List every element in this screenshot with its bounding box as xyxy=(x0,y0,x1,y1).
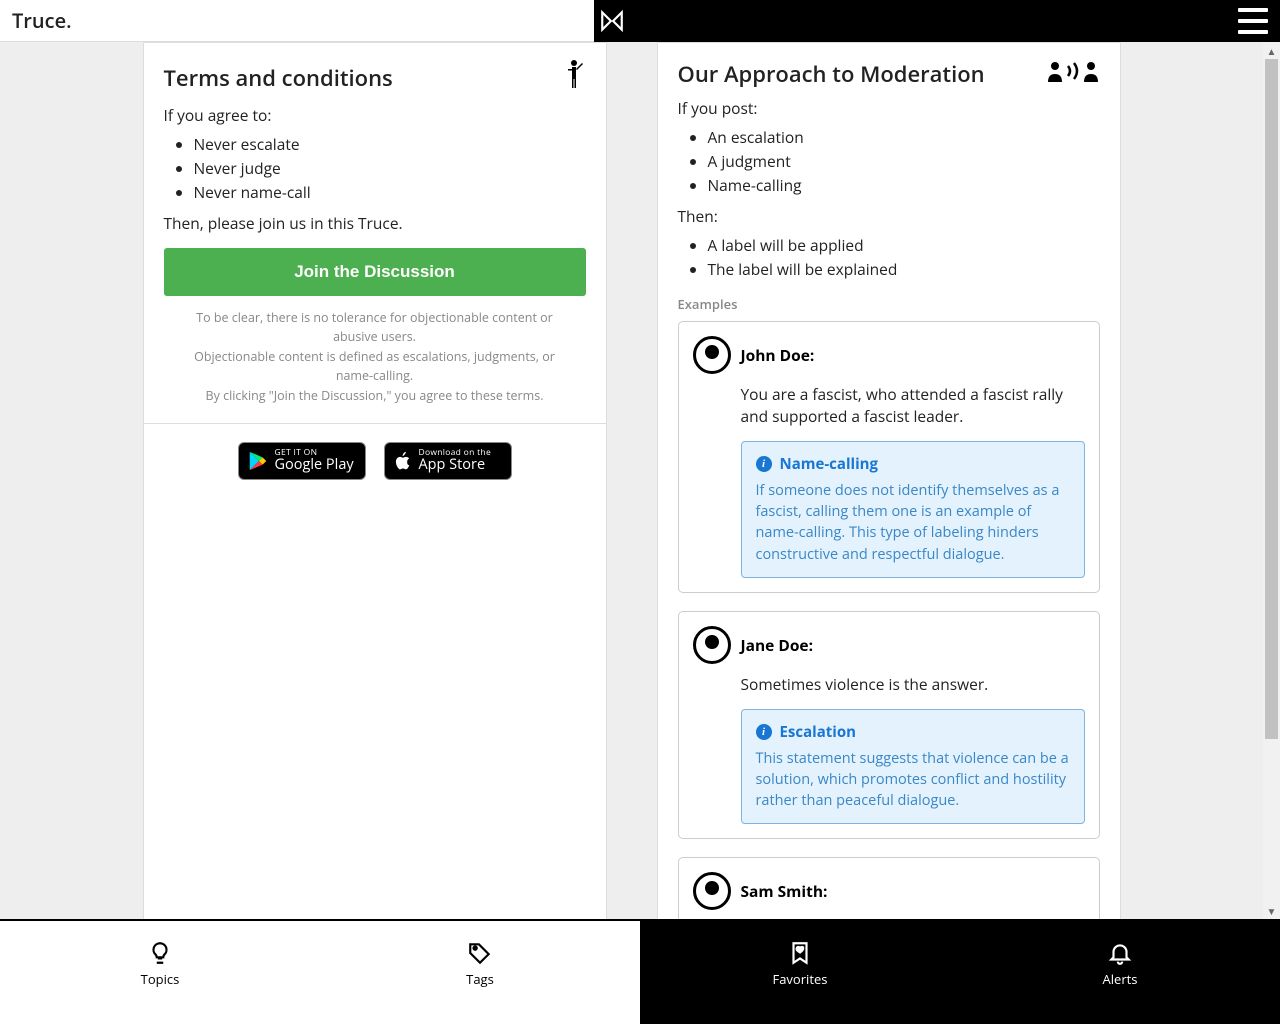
moderation-label-box: i Name-calling If someone does not identi… xyxy=(741,441,1085,577)
moderation-panel: Our Approach to Moderation If you post: … xyxy=(657,42,1121,919)
example-card: Sam Smith: They are pure evil. iJudgment… xyxy=(678,857,1100,919)
label-name: Name-calling xyxy=(780,454,879,474)
store-bottom-text: App Store xyxy=(419,457,492,473)
list-item: A label will be applied xyxy=(708,233,1100,257)
bottom-nav: Topics Tags Favorites Alerts xyxy=(0,919,1280,1024)
avatar-icon xyxy=(693,626,731,664)
terms-rule: Never name-call xyxy=(194,180,586,204)
terms-rule: Never escalate xyxy=(194,132,586,156)
moderation-consequences-list: A label will be applied The label will b… xyxy=(678,233,1100,281)
avatar-icon xyxy=(693,872,731,910)
nav-topics[interactable]: Topics xyxy=(0,921,320,1024)
disclaimer-line: To be clear, there is no tolerance for o… xyxy=(184,308,566,347)
scroll-up-arrow[interactable]: ▲ xyxy=(1263,42,1280,59)
list-item: A judgment xyxy=(708,149,1100,173)
moderation-intro: If you post: xyxy=(678,97,1100,119)
join-discussion-button[interactable]: Join the Discussion xyxy=(164,248,586,296)
scrollbar-thumb[interactable] xyxy=(1265,59,1278,739)
disclaimer-line: By clicking "Join the Discussion," you a… xyxy=(184,386,566,405)
nav-label: Tags xyxy=(466,970,494,988)
tag-icon xyxy=(467,940,493,966)
example-card: Jane Doe: Sometimes violence is the answ… xyxy=(678,611,1100,840)
main-content: Terms and conditions If you agree to: Ne… xyxy=(0,42,1263,919)
disclaimer-line: Objectionable content is defined as esca… xyxy=(184,347,566,386)
info-icon: i xyxy=(756,456,772,472)
terms-panel: Terms and conditions If you agree to: Ne… xyxy=(143,42,607,919)
moderation-heading-text: Our Approach to Moderation xyxy=(678,59,985,89)
moderation-heading: Our Approach to Moderation xyxy=(678,59,1100,89)
label-explanation: This statement suggests that violence ca… xyxy=(756,748,1070,811)
terms-disclaimer: To be clear, there is no tolerance for o… xyxy=(164,296,586,407)
example-body: You are a fascist, who attended a fascis… xyxy=(693,384,1085,427)
terms-outro: Then, please join us in this Truce. xyxy=(164,212,586,234)
terms-heading-text: Terms and conditions xyxy=(164,63,393,93)
nav-label: Topics xyxy=(141,970,180,988)
moderation-label-box: i Escalation This statement suggests that… xyxy=(741,709,1085,824)
label-explanation: If someone does not identify themselves … xyxy=(756,480,1070,564)
app-title: Truce. xyxy=(0,0,594,42)
avatar-icon xyxy=(693,336,731,374)
list-item: An escalation xyxy=(708,125,1100,149)
lightbulb-icon xyxy=(147,940,173,966)
app-store-badge[interactable]: Download on theApp Store xyxy=(384,442,512,480)
example-body: Sometimes violence is the answer. xyxy=(693,674,1085,696)
google-play-badge[interactable]: GET IT ONGoogle Play xyxy=(238,442,366,480)
nav-label: Favorites xyxy=(773,970,828,988)
terms-heading: Terms and conditions xyxy=(164,59,586,96)
vertical-scrollbar[interactable]: ▲ ▼ xyxy=(1263,42,1280,919)
app-logo xyxy=(594,0,630,42)
nav-label: Alerts xyxy=(1103,970,1138,988)
example-author: John Doe: xyxy=(741,344,815,366)
app-store-row: GET IT ONGoogle Play Download on theApp … xyxy=(144,423,606,498)
moderation-posts-list: An escalation A judgment Name-calling xyxy=(678,125,1100,197)
list-item: The label will be explained xyxy=(708,257,1100,281)
examples-label: Examples xyxy=(678,295,1100,313)
example-author: Sam Smith: xyxy=(741,880,828,902)
menu-button[interactable] xyxy=(1238,8,1268,34)
nav-tags[interactable]: Tags xyxy=(320,921,640,1024)
person-wave-icon xyxy=(562,59,586,96)
bell-icon xyxy=(1107,940,1133,966)
label-name: Escalation xyxy=(780,722,857,742)
example-author: Jane Doe: xyxy=(741,634,814,656)
app-header: Truce. xyxy=(0,0,1280,42)
moderation-then: Then: xyxy=(678,205,1100,227)
nav-favorites[interactable]: Favorites xyxy=(640,921,960,1024)
example-card: John Doe: You are a fascist, who attende… xyxy=(678,321,1100,592)
terms-intro: If you agree to: xyxy=(164,104,586,126)
list-item: Name-calling xyxy=(708,173,1100,197)
nav-alerts[interactable]: Alerts xyxy=(960,921,1280,1024)
voice-people-icon xyxy=(1046,59,1100,89)
terms-rule: Never judge xyxy=(194,156,586,180)
scroll-down-arrow[interactable]: ▼ xyxy=(1263,902,1280,919)
info-icon: i xyxy=(756,724,772,740)
store-bottom-text: Google Play xyxy=(275,457,354,473)
bookmark-heart-icon xyxy=(787,940,813,966)
terms-rules-list: Never escalate Never judge Never name-ca… xyxy=(164,132,586,204)
